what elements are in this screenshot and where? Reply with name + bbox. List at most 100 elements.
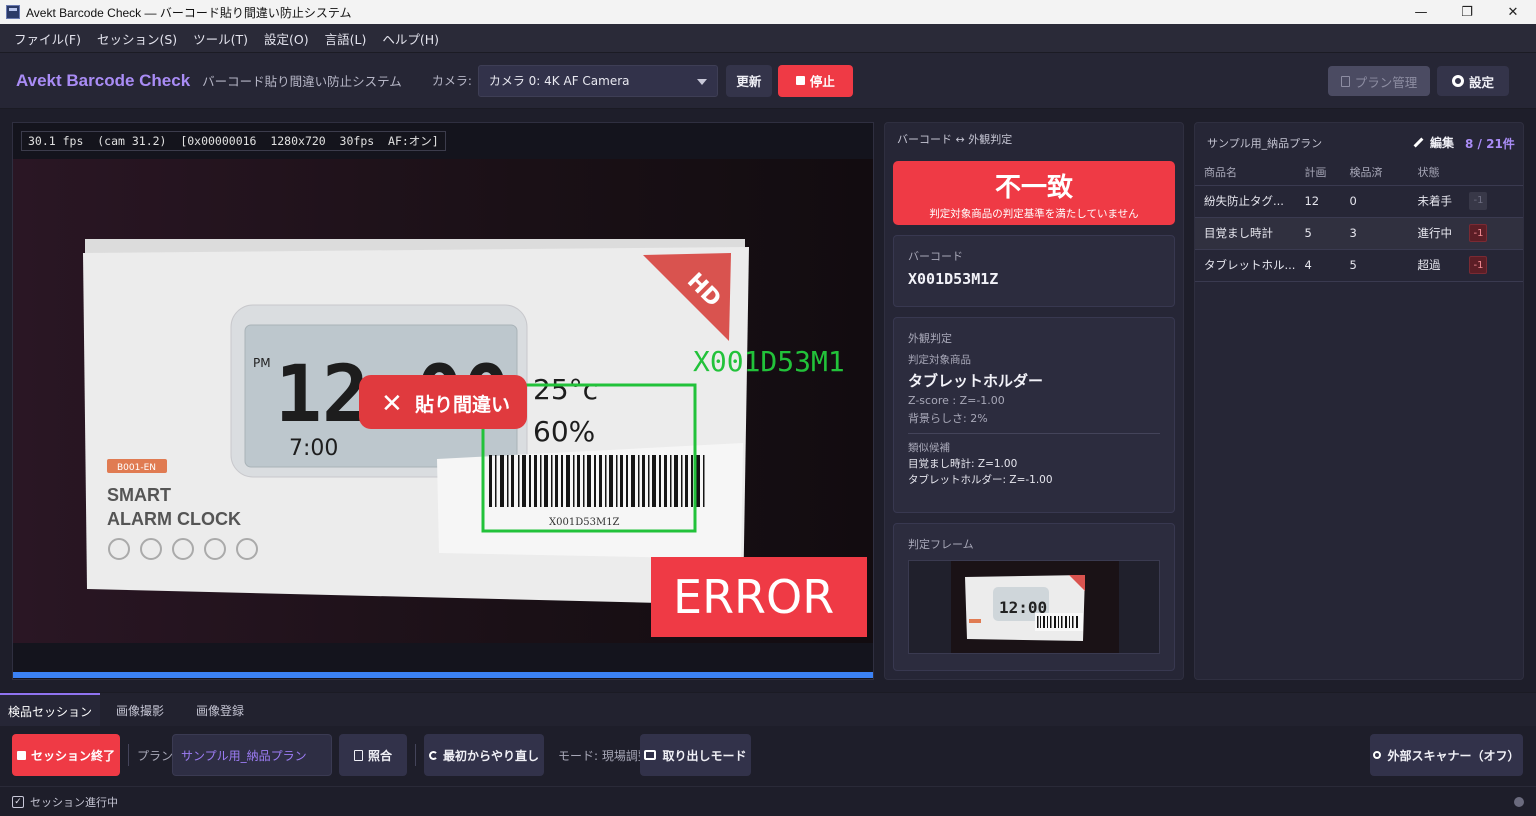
checkbox-icon: ✓ bbox=[12, 795, 24, 808]
camera-select-value: カメラ 0: 4K AF Camera bbox=[488, 74, 630, 88]
clock-temp-text: 25°c bbox=[533, 373, 598, 406]
appearance-card-label: 外観判定 bbox=[908, 332, 952, 345]
box-label-code: B001-EN bbox=[117, 463, 156, 473]
close-button[interactable]: ✕ bbox=[1490, 0, 1536, 24]
settings-label: 設定 bbox=[1468, 74, 1494, 90]
row-status: 超過 bbox=[1408, 249, 1461, 282]
gear-icon bbox=[1451, 75, 1464, 87]
column-header-status: 状態 bbox=[1408, 159, 1461, 186]
column-header-name: 商品名 bbox=[1195, 159, 1296, 186]
window-controls: — ❐ ✕ bbox=[1398, 0, 1536, 24]
plan-field[interactable]: サンプル用_納品プラン bbox=[172, 734, 332, 776]
stop-button-label: 停止 bbox=[809, 74, 835, 89]
verdict-result: 不一致 bbox=[994, 173, 1073, 203]
menu-language[interactable]: 言語(L) bbox=[317, 29, 375, 48]
barcode-card: バーコード X001D53M1Z bbox=[893, 235, 1175, 307]
verdict-panel-title: バーコード ↔ 外観判定 bbox=[897, 133, 1013, 146]
table-row[interactable]: タブレットホル... 4 5 超過 -1 bbox=[1195, 249, 1523, 282]
camera-label: カメラ: bbox=[431, 74, 472, 88]
camera-progress-bar bbox=[13, 672, 873, 678]
minimize-button[interactable]: — bbox=[1398, 0, 1444, 24]
row-name: 目覚まし時計 bbox=[1195, 217, 1296, 250]
plan-manage-label: プラン管理 bbox=[1354, 74, 1418, 90]
brand-title: Avekt Barcode Check bbox=[16, 70, 191, 90]
edit-plan-label: 編集 bbox=[1430, 136, 1455, 150]
column-header-plan: 計画 bbox=[1295, 159, 1341, 186]
pencil-icon bbox=[1413, 137, 1424, 148]
camera-frame-image: PM 12:00 25°c 60% 7:00 HD B001-EN SMART … bbox=[13, 159, 873, 643]
settings-button[interactable]: 設定 bbox=[1437, 66, 1509, 96]
bottom-tab-bar: 検品セッション 画像撮影 画像登録 bbox=[0, 692, 1536, 727]
mode-label: モード: 現場調整 bbox=[558, 749, 650, 763]
plan-panel: サンプル用_納品プラン 編集 8 / 21件 商品名 計画 検品済 状態 紛失防… bbox=[1194, 122, 1524, 680]
target-product-name: タブレットホルダー bbox=[908, 372, 1044, 390]
tab-image-register[interactable]: 画像登録 bbox=[186, 693, 254, 727]
location-pin-icon bbox=[1373, 751, 1382, 759]
status-indicator-dot bbox=[1514, 797, 1524, 807]
match-button[interactable]: 照合 bbox=[339, 734, 407, 776]
brand-subtitle: バーコード貼り間違い防止システム bbox=[202, 74, 402, 89]
camera-select[interactable]: カメラ 0: 4K AF Camera bbox=[477, 64, 718, 97]
similar-candidate: タブレットホルダー: Z=-1.00 bbox=[908, 474, 1053, 486]
tab-image-capture[interactable]: 画像撮影 bbox=[106, 693, 174, 727]
similar-candidate: 目覚まし時計: Z=1.00 bbox=[908, 458, 1018, 470]
table-row[interactable]: 紛失防止タグ... 12 0 未着手 -1 bbox=[1195, 185, 1523, 218]
plan-manage-button[interactable]: プラン管理 bbox=[1328, 66, 1430, 96]
similar-candidates-label: 類似候補 bbox=[908, 442, 950, 454]
clock-pm-text: PM bbox=[253, 356, 271, 370]
barcode-card-label: バーコード bbox=[908, 250, 963, 263]
menu-tools[interactable]: ツール(T) bbox=[185, 29, 256, 48]
mismatch-overlay-text: 貼り間違い bbox=[415, 393, 510, 416]
restart-button[interactable]: 最初からやり直し bbox=[424, 734, 544, 776]
tab-inspection-session[interactable]: 検品セッション bbox=[0, 693, 100, 727]
refresh-icon bbox=[428, 750, 438, 760]
window-titlebar: Avekt Barcode Check — バーコード貼り間違い防止システム —… bbox=[0, 0, 1536, 24]
barcode-card-value: X001D53M1Z bbox=[908, 270, 999, 288]
target-product-label: 判定対象商品 bbox=[908, 354, 971, 366]
verdict-result-sub: 判定対象商品の判定基準を満たしていません bbox=[929, 208, 1139, 220]
plan-table-header: 商品名 計画 検品済 状態 bbox=[1195, 159, 1523, 186]
end-session-button[interactable]: セッション終了 bbox=[12, 734, 120, 776]
takeout-mode-label: 取り出しモード bbox=[662, 748, 747, 763]
judgement-frame-image: 12:00 bbox=[909, 561, 1159, 653]
error-overlay-text: ERROR bbox=[673, 570, 834, 624]
restore-button[interactable]: ❐ bbox=[1444, 0, 1490, 24]
menu-file[interactable]: ファイル(F) bbox=[6, 29, 89, 48]
decrement-button[interactable]: -1 bbox=[1469, 192, 1488, 210]
menu-help[interactable]: ヘルプ(H) bbox=[374, 29, 447, 48]
toolbar-divider bbox=[415, 744, 416, 766]
match-label: 照合 bbox=[367, 748, 392, 763]
background-likeness-text: 背景らしさ: 2% bbox=[908, 412, 988, 425]
decrement-button[interactable]: -1 bbox=[1469, 256, 1488, 274]
clock-alarm-text: 7:00 bbox=[289, 436, 338, 461]
toolbar-divider bbox=[128, 744, 129, 766]
stop-button[interactable]: 停止 bbox=[777, 64, 853, 97]
takeout-mode-button[interactable]: 取り出しモード bbox=[640, 734, 751, 776]
judgement-frame-label: 判定フレーム bbox=[908, 538, 974, 551]
table-row[interactable]: 目覚まし時計 5 3 進行中 -1 bbox=[1195, 217, 1523, 250]
menu-session[interactable]: セッション(S) bbox=[89, 29, 185, 48]
external-scanner-button[interactable]: 外部スキャナー（オフ） bbox=[1370, 734, 1523, 776]
refresh-button[interactable]: 更新 bbox=[725, 64, 772, 97]
row-name: タブレットホル... bbox=[1195, 249, 1296, 282]
decrement-button[interactable]: -1 bbox=[1469, 224, 1488, 242]
end-session-label: セッション終了 bbox=[30, 748, 115, 763]
box-title-line2: ALARM CLOCK bbox=[107, 509, 241, 529]
clock-humidity-text: 60% bbox=[533, 415, 595, 448]
row-done: 0 bbox=[1340, 185, 1409, 218]
menu-bar: ファイル(F) セッション(S) ツール(T) 設定(O) 言語(L) ヘルプ(… bbox=[0, 24, 1536, 53]
row-name: 紛失防止タグ... bbox=[1195, 185, 1296, 218]
detected-barcode-text: X001D53M1 bbox=[693, 345, 845, 378]
document-icon bbox=[1340, 75, 1350, 87]
row-plan: 5 bbox=[1295, 217, 1341, 250]
row-plan: 12 bbox=[1295, 185, 1341, 218]
restart-label: 最初からやり直し bbox=[442, 748, 539, 763]
plan-title: サンプル用_納品プラン bbox=[1207, 137, 1323, 150]
menu-settings[interactable]: 設定(O) bbox=[256, 29, 317, 48]
judgement-frame-card: 判定フレーム 12:00 bbox=[893, 523, 1175, 671]
stop-icon bbox=[795, 76, 805, 85]
row-status: 未着手 bbox=[1408, 185, 1461, 218]
zscore-text: Z-score : Z=-1.00 bbox=[908, 394, 1005, 407]
edit-plan-button[interactable]: 編集 bbox=[1413, 134, 1454, 151]
chevron-down-icon bbox=[696, 78, 707, 85]
